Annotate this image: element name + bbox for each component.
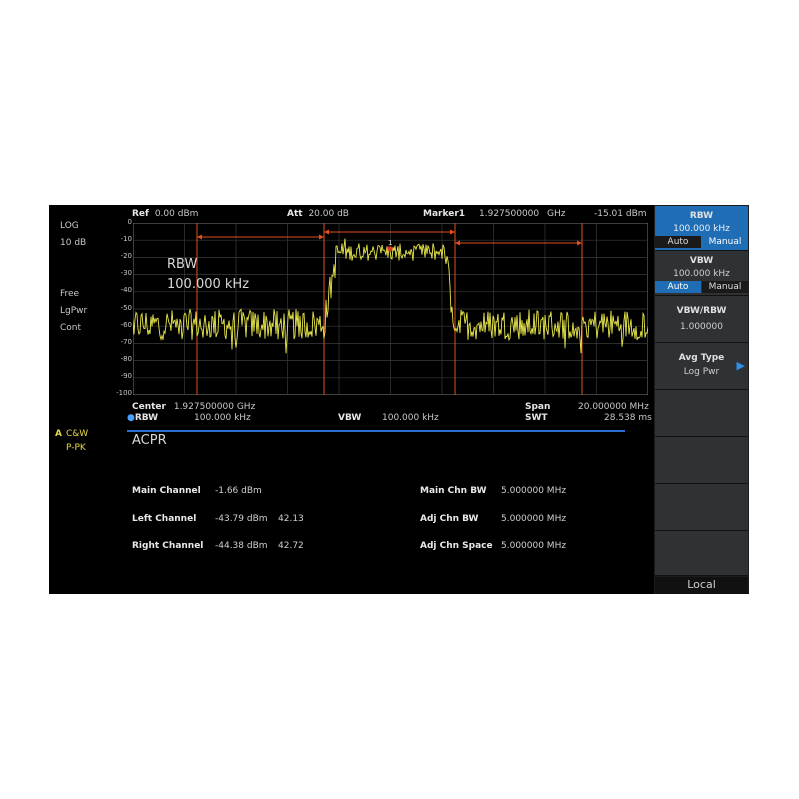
empty-softkey-5[interactable] (655, 390, 748, 437)
marker-freq-unit: GHz (547, 209, 566, 219)
trace-detector: P-PK (66, 443, 86, 453)
y-tick-label: 0 (127, 218, 132, 226)
rbw-readout: ●RBW (127, 413, 158, 423)
marker-number-label: 1 (388, 239, 392, 247)
param-label: Adj Chn Space (420, 541, 493, 551)
att-label: Att (287, 209, 303, 219)
rbw-softkey[interactable]: RBW 100.000 kHz Auto Manual (655, 206, 748, 251)
y-tick-label: -50 (120, 303, 132, 312)
spectrum-graph[interactable]: 1 (133, 223, 648, 395)
marker-point (387, 246, 393, 252)
marker-freq: 1.927500000 GHz (479, 209, 565, 219)
param-value: 5.000000 MHz (501, 486, 567, 496)
active-marker-icon: ● (127, 413, 135, 423)
rbw-softkey-value: 100.000 kHz (673, 224, 730, 234)
channel-value: -1.66 dBm (215, 486, 262, 496)
acpr-title: ACPR (132, 433, 167, 448)
ref-level: Ref 0.00 dBm (132, 209, 198, 219)
swt-value: 28.538 ms (604, 413, 652, 423)
ref-label: Ref (132, 209, 149, 219)
vbw-auto-manual-toggle[interactable]: Auto Manual (655, 281, 748, 293)
softkey-panel: RBW 100.000 kHz Auto Manual VBW 100.000 … (654, 205, 749, 594)
y-tick-label: -100 (116, 389, 132, 397)
trace-label: A (55, 429, 62, 439)
y-tick-label: -70 (120, 337, 132, 346)
span-value: 20.000000 MHz (578, 402, 649, 412)
trace-mode: C&W (66, 429, 89, 439)
vbw-auto-option[interactable]: Auto (655, 281, 701, 293)
param-value: 5.000000 MHz (501, 514, 567, 524)
avg-type-softkey[interactable]: Avg Type Log Pwr ▶ (655, 343, 748, 390)
center-label: Center (132, 402, 166, 412)
rbw-annotation: RBW (167, 257, 198, 272)
rbw-softkey-title: RBW (689, 211, 714, 221)
channel-ratio: 42.13 (278, 514, 304, 524)
ref-value: 0.00 dBm (154, 209, 199, 219)
rbw-auto-option[interactable]: Auto (655, 236, 701, 248)
channel-value: -43.79 dBm (215, 514, 268, 524)
y-tick-label: -30 (120, 269, 132, 278)
empty-softkey-6[interactable] (655, 437, 748, 484)
span: Span (525, 402, 550, 412)
y-tick-label: -10 (120, 235, 132, 244)
rbw-value: 100.000 kHz (194, 413, 251, 423)
channel-label: Left Channel (132, 514, 197, 524)
trigger-mode: Free (60, 289, 80, 299)
y-tick-label: -90 (120, 371, 132, 380)
vbw-rbw-softkey[interactable]: VBW/RBW 1.000000 (655, 296, 748, 343)
divider (127, 430, 625, 432)
marker-level: -15.01 dBm (594, 209, 647, 219)
marker-freq-value: 1.927500000 (479, 209, 540, 219)
param-value: 5.000000 MHz (501, 541, 567, 551)
y-tick-label: -60 (120, 320, 132, 329)
vbw-softkey[interactable]: VBW 100.000 kHz Auto Manual (655, 251, 748, 296)
channel-label: Main Channel (132, 486, 201, 496)
vbw-label: VBW (338, 413, 362, 423)
rbw-annotation-value: 100.000 kHz (167, 277, 250, 292)
local-status: Local (655, 577, 748, 594)
att-value: 20.00 dB (308, 209, 349, 219)
channel-value: -44.38 dBm (215, 541, 268, 551)
acpr-row-main: Main Channel (132, 486, 201, 496)
channel-label: Right Channel (132, 541, 204, 551)
vbw-rbw-softkey-value: 1.000000 (680, 322, 723, 332)
acpr-row-left: Left Channel (132, 514, 196, 524)
scale-type: LOG (60, 221, 79, 231)
empty-softkey-8[interactable] (655, 531, 748, 576)
avg-type-softkey-value: Log Pwr (683, 367, 720, 377)
param-label: Adj Chn BW (420, 514, 479, 524)
vbw-value: 100.000 kHz (382, 413, 439, 423)
rbw-manual-option[interactable]: Manual (702, 236, 748, 248)
rbw-label: RBW (134, 413, 159, 423)
acpr-row-right: Right Channel (132, 541, 203, 551)
scale-div: 10 dB (60, 238, 87, 248)
detector-type: LgPwr (60, 306, 88, 316)
y-tick-label: -40 (120, 286, 132, 295)
swt-label: SWT (525, 413, 548, 423)
submenu-arrow-icon: ▶ (736, 359, 745, 372)
vbw-manual-option[interactable]: Manual (702, 281, 748, 293)
span-label: Span (525, 402, 551, 412)
empty-softkey-7[interactable] (655, 484, 748, 531)
y-tick-label: -80 (120, 354, 132, 363)
center-value: 1.927500000 GHz (173, 402, 256, 412)
marker-label: Marker1 (423, 209, 466, 219)
attenuation: Att 20.00 dB (287, 209, 349, 219)
y-tick-label: -20 (120, 252, 132, 261)
analyzer-screen: LOG 10 dB Free LgPwr Cont A C&W P-PK Ref… (49, 205, 749, 594)
vbw-rbw-softkey-title: VBW/RBW (676, 306, 727, 316)
param-label: Main Chn BW (420, 486, 487, 496)
center-freq: Center 1.927500000 GHz (132, 402, 255, 412)
vbw-softkey-title: VBW (689, 256, 714, 266)
avg-type-softkey-title: Avg Type (678, 353, 725, 363)
channel-ratio: 42.72 (278, 541, 304, 551)
rbw-auto-manual-toggle[interactable]: Auto Manual (655, 236, 748, 248)
vbw-softkey-value: 100.000 kHz (673, 269, 730, 279)
sweep-mode: Cont (60, 323, 82, 333)
